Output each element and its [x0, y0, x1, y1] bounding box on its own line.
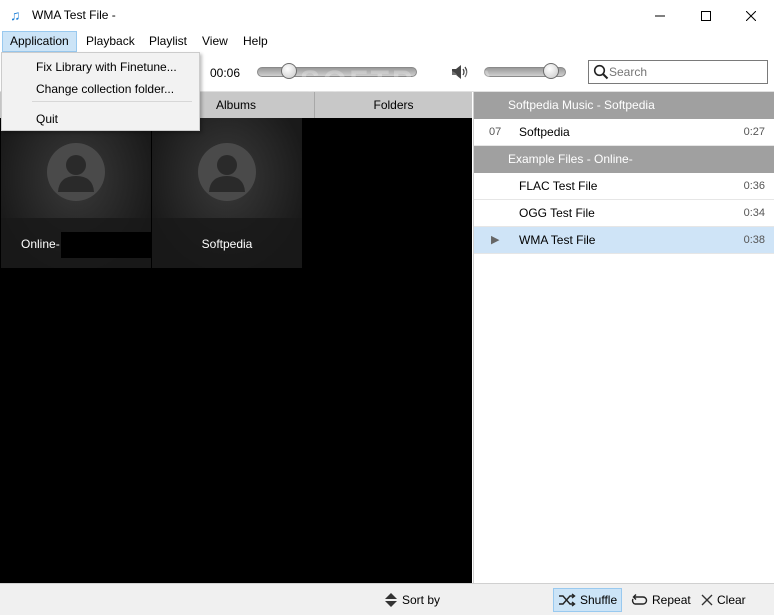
playlist-track-playing[interactable]: ▶ WMA Test File 0:38: [474, 227, 774, 254]
shuffle-button[interactable]: Shuffle: [553, 588, 623, 612]
library-panel: Albums Folders Online- Softpedia: [0, 92, 472, 583]
close-icon: [746, 10, 756, 21]
person-placeholder-icon: [47, 143, 105, 201]
music-note-icon: ♫: [10, 7, 21, 23]
clear-button[interactable]: Clear: [697, 588, 750, 612]
repeat-label: Repeat: [652, 593, 691, 607]
menu-application[interactable]: Application: [2, 31, 77, 52]
playlist-panel: Softpedia Music - Softpedia 07 Softpedia…: [473, 92, 774, 583]
elapsed-time: 00:06: [210, 66, 241, 80]
repeat-icon: [631, 594, 648, 605]
maximize-button[interactable]: [683, 0, 729, 31]
shuffle-label: Shuffle: [580, 593, 618, 607]
track-duration: 0:34: [743, 207, 765, 219]
close-button[interactable]: [728, 0, 774, 31]
menu-playlist[interactable]: Playlist: [142, 31, 194, 52]
menu-item-quit[interactable]: Quit: [36, 112, 58, 126]
track-title: Softpedia: [519, 125, 570, 139]
track-title: OGG Test File: [519, 206, 595, 220]
softpedia-watermark: SOFTPEDIA: [300, 65, 499, 98]
playlist-group-header[interactable]: Softpedia Music - Softpedia: [474, 92, 774, 119]
sort-arrows-icon: [385, 593, 397, 607]
search-icon: [593, 64, 609, 80]
artist-tile[interactable]: Online-: [1, 118, 151, 268]
artist-tile[interactable]: Softpedia: [152, 118, 302, 268]
application-menu-dropdown: Fix Library with Finetune... Change coll…: [1, 52, 200, 131]
menu-bar: Application Playback Playlist View Help: [0, 31, 774, 52]
menu-playback[interactable]: Playback: [79, 31, 142, 52]
track-duration: 0:36: [743, 180, 765, 192]
menu-item-change-collection-folder[interactable]: Change collection folder...: [36, 82, 174, 96]
tile-label: Online-: [21, 237, 60, 251]
track-title: WMA Test File: [519, 233, 596, 247]
play-indicator-icon: ▶: [491, 234, 500, 246]
redacted-block: [61, 232, 151, 258]
person-placeholder-icon: [198, 143, 256, 201]
clear-icon: [701, 594, 713, 606]
playlist-track[interactable]: 07 Softpedia 0:27: [474, 119, 774, 146]
sort-by-button[interactable]: Sort by: [380, 588, 444, 612]
search-input[interactable]: [609, 64, 759, 80]
playlist-track[interactable]: OGG Test File 0:34: [474, 200, 774, 227]
playlist-group-header[interactable]: Example Files - Online-: [474, 146, 774, 173]
track-number: 07: [489, 126, 502, 138]
menu-view[interactable]: View: [195, 31, 235, 52]
minimize-icon: [655, 15, 665, 16]
repeat-button[interactable]: Repeat: [626, 588, 695, 612]
menu-separator: [32, 101, 192, 102]
menu-help[interactable]: Help: [236, 31, 275, 52]
shuffle-icon: [559, 593, 576, 607]
bottom-bar: Sort by Shuffle Repeat Clear: [0, 583, 774, 615]
sort-by-label: Sort by: [402, 593, 441, 607]
tile-label: Softpedia: [201, 237, 253, 251]
maximize-icon: [701, 10, 711, 21]
track-duration: 0:27: [743, 126, 765, 138]
clear-label: Clear: [717, 593, 746, 607]
playlist-track[interactable]: FLAC Test File 0:36: [474, 173, 774, 200]
title-bar: ♫ WMA Test File -: [0, 0, 774, 31]
minimize-button[interactable]: [637, 0, 683, 31]
search-box[interactable]: [588, 60, 768, 84]
menu-item-fix-library[interactable]: Fix Library with Finetune...: [36, 60, 177, 74]
track-duration: 0:38: [743, 234, 765, 246]
track-title: FLAC Test File: [519, 179, 598, 193]
window-title: WMA Test File -: [32, 8, 116, 22]
